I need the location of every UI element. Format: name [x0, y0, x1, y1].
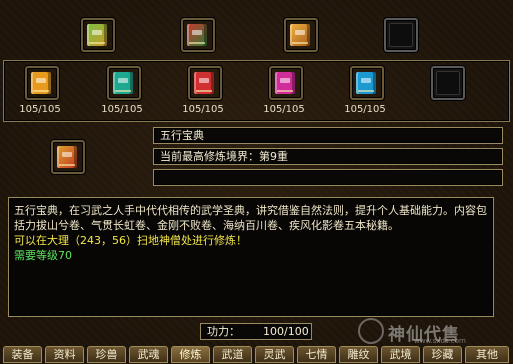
- tab-equipment[interactable]: 装备: [3, 346, 42, 363]
- tab-seven-emotions[interactable]: 七情: [297, 346, 336, 363]
- tab-other[interactable]: 其他: [465, 346, 509, 363]
- top-slot-4[interactable]: [384, 18, 418, 52]
- green-gold-book-icon: [87, 24, 107, 46]
- treasure-chest-icon: [290, 24, 310, 46]
- top-slot-1[interactable]: [81, 18, 115, 52]
- book-slot-1[interactable]: [25, 66, 59, 100]
- orange-book-icon: [31, 72, 51, 94]
- teal-book-icon: [113, 72, 133, 94]
- tab-bar: 装备 资料 珍兽 武魂 修炼 武道 灵武 七情 雕纹 武境 珍藏 其他: [0, 346, 513, 364]
- book-slot-2[interactable]: [107, 66, 141, 100]
- tab-pets[interactable]: 珍兽: [87, 346, 126, 363]
- tab-collection[interactable]: 珍藏: [423, 346, 462, 363]
- book-count-5: 105/105: [344, 104, 386, 115]
- watermark-logo-icon: [358, 318, 384, 344]
- selected-item-slot[interactable]: [51, 140, 85, 174]
- pink-book-icon: [275, 72, 295, 94]
- description-box: 五行宝典，在习武之人手中代代相传的武学圣典，讲究借鉴自然法则，提升个人基础能力。…: [8, 197, 494, 317]
- red-book-icon: [194, 72, 214, 94]
- tab-profile[interactable]: 资料: [45, 346, 84, 363]
- item-realm-field: 当前最高修炼境界：第9重: [153, 148, 503, 165]
- book-count-2: 105/105: [101, 104, 143, 115]
- item-extra-field: [153, 169, 503, 186]
- book-slot-6[interactable]: [431, 66, 465, 100]
- cyan-book-icon: [356, 72, 376, 94]
- book-slot-4[interactable]: [269, 66, 303, 100]
- book-count-3: 105/105: [182, 104, 224, 115]
- level-requirement: 需要等级70: [14, 249, 72, 262]
- book-count-4: 105/105: [263, 104, 305, 115]
- wuxing-book-icon: [57, 146, 77, 168]
- description-text: 五行宝典，在习武之人手中代代相传的武学圣典，讲究借鉴自然法则，提升个人基础能力。…: [14, 204, 487, 232]
- watermark: 神仙代售 www.sxds.com: [358, 318, 508, 345]
- top-slot-3[interactable]: [284, 18, 318, 52]
- power-label: 功力：: [207, 325, 240, 338]
- book-slot-3[interactable]: [188, 66, 222, 100]
- tab-martial-way[interactable]: 武道: [213, 346, 252, 363]
- red-green-scroll-icon: [187, 24, 207, 46]
- tab-spirit-weapon[interactable]: 灵武: [255, 346, 294, 363]
- location-text: 可以在大理（243，56）扫地神僧处进行修炼！: [14, 234, 247, 247]
- book-slot-5[interactable]: [350, 66, 384, 100]
- tab-martial-soul[interactable]: 武魂: [129, 346, 168, 363]
- power-display: 功力： 100/100: [200, 323, 312, 340]
- top-slot-2[interactable]: [181, 18, 215, 52]
- watermark-url: www.sxds.com: [414, 337, 466, 345]
- tab-engraving[interactable]: 雕纹: [339, 346, 378, 363]
- power-value: 100/100: [263, 325, 309, 338]
- item-name-field: 五行宝典: [153, 127, 503, 144]
- book-count-1: 105/105: [19, 104, 61, 115]
- tab-martial-realm[interactable]: 武境: [381, 346, 420, 363]
- tab-cultivation[interactable]: 修炼: [171, 346, 210, 363]
